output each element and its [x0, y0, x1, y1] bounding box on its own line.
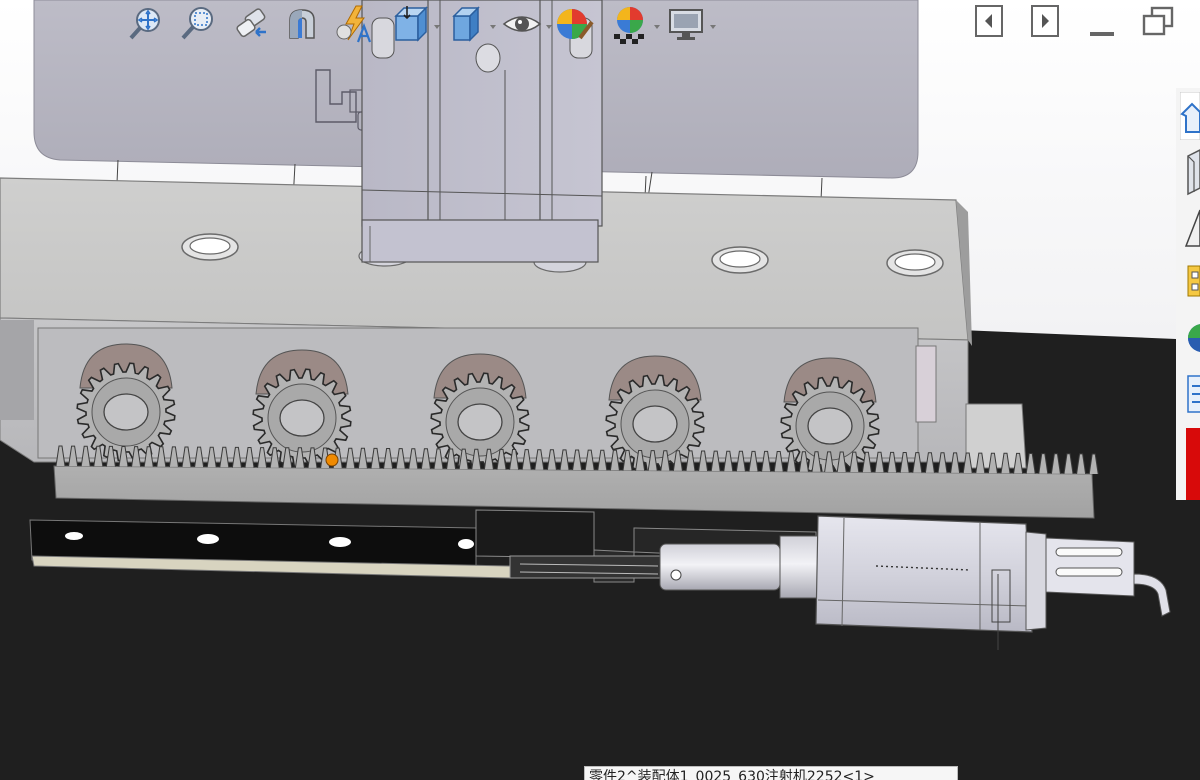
task-pane-highlight — [1186, 428, 1200, 500]
chevron-down-icon — [654, 25, 660, 29]
assembly-model[interactable] — [0, 0, 1200, 780]
view-settings-button[interactable] — [662, 2, 716, 46]
task-tab-custom-properties[interactable] — [1180, 370, 1200, 418]
resources-home-icon — [1179, 91, 1200, 141]
zoom-to-fit-button[interactable] — [126, 2, 166, 46]
appearances-scenes-icon — [1188, 324, 1200, 352]
chevron-down-icon — [710, 25, 716, 29]
view-palette-icon — [1187, 265, 1200, 297]
dynamic-annotation-views-icon — [336, 5, 372, 43]
apply-scene-button[interactable] — [606, 2, 660, 46]
task-tab-file-explorer[interactable] — [1180, 204, 1200, 252]
graphics-viewport[interactable]: 零件2^装配体1_0025_630注射机2252<1> — [0, 0, 1200, 780]
design-library-icon — [1187, 149, 1200, 196]
apply-scene-icon — [614, 7, 644, 44]
custom-properties-icon — [1187, 375, 1200, 413]
restore-icon — [1142, 6, 1174, 36]
heads-up-view-toolbar — [126, 0, 718, 48]
section-view-button[interactable] — [282, 2, 322, 46]
view-orientation-button[interactable] — [386, 2, 440, 46]
edit-appearance-button[interactable] — [554, 2, 594, 46]
task-tab-appearances[interactable] — [1180, 314, 1200, 362]
task-tab-view-palette[interactable] — [1180, 258, 1200, 306]
restore-button[interactable] — [1142, 4, 1174, 38]
minimize-icon — [1090, 32, 1114, 36]
window-controls — [950, 4, 1174, 38]
chevron-down-icon — [490, 25, 496, 29]
next-window-icon — [1031, 5, 1059, 37]
zoom-to-area-button[interactable] — [178, 2, 218, 46]
view-orientation-icon — [394, 6, 428, 42]
next-window-button[interactable] — [1030, 4, 1062, 38]
zoom-to-fit-icon — [129, 8, 160, 40]
minimize-button[interactable] — [1086, 4, 1118, 38]
right-pillar — [915, 345, 937, 423]
task-tab-resources[interactable] — [1179, 91, 1200, 141]
file-explorer-icon — [1184, 209, 1200, 247]
display-style-button[interactable] — [442, 2, 496, 46]
previous-view-icon — [236, 8, 266, 38]
zoom-to-area-icon — [181, 7, 213, 40]
view-settings-icon — [669, 9, 703, 40]
previous-view-button[interactable] — [230, 2, 270, 46]
chevron-down-icon — [434, 25, 440, 29]
previous-window-button[interactable] — [974, 4, 1006, 38]
hide-show-items-button[interactable] — [498, 2, 552, 46]
selection-point[interactable] — [325, 453, 339, 467]
edit-appearance-icon — [557, 9, 594, 40]
task-tab-design-library[interactable] — [1180, 148, 1200, 196]
display-style-icon — [452, 6, 480, 42]
hide-show-items-icon — [502, 16, 542, 32]
dynamic-annotation-views-button[interactable] — [334, 2, 374, 46]
status-tooltip: 零件2^装配体1_0025_630注射机2252<1> — [584, 766, 958, 780]
beam-left-face — [0, 320, 34, 420]
previous-window-icon — [975, 5, 1003, 37]
section-view-icon — [289, 9, 315, 39]
chevron-down-icon — [546, 25, 552, 29]
